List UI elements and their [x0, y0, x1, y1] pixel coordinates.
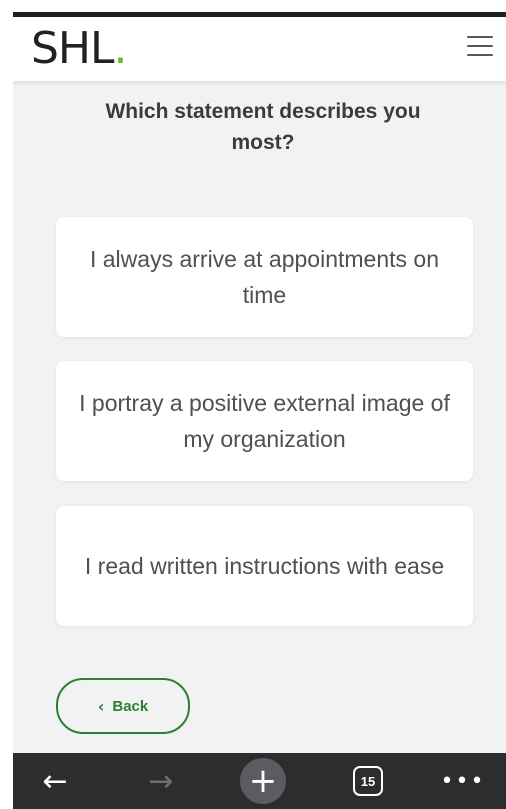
more-menu-button[interactable]: ••• [440, 753, 486, 809]
arrow-right-icon: → [148, 763, 174, 799]
browser-forward-button[interactable]: → [141, 753, 181, 809]
new-tab-button[interactable]: + [240, 753, 286, 809]
back-button-label: Back [112, 697, 149, 715]
back-button[interactable]: ‹ Back [56, 678, 190, 734]
top-strip [13, 0, 506, 12]
more-dots-icon: ••• [440, 768, 486, 794]
answer-option-3[interactable]: I read written instructions with ease [56, 506, 473, 626]
answer-option-label: I always arrive at appointments on time [89, 246, 439, 308]
answer-option-2[interactable]: I portray a positive external image of m… [56, 361, 473, 481]
arrow-left-icon: ← [42, 763, 68, 799]
app-viewport: SHL. Which statement describes you most?… [13, 0, 506, 809]
app-header: SHL. [13, 17, 506, 81]
tabs-button[interactable]: 15 [353, 753, 383, 809]
logo-text: SHL [31, 23, 115, 74]
browser-toolbar: ← → + 15 ••• [13, 753, 506, 809]
browser-back-button[interactable]: ← [35, 753, 75, 809]
plus-icon: + [240, 758, 286, 804]
logo-dot: . [113, 23, 128, 74]
tab-count-badge: 15 [353, 766, 383, 796]
shl-logo: SHL. [31, 21, 128, 77]
answer-option-1[interactable]: I always arrive at appointments on time [56, 217, 473, 337]
question-prompt: Which statement describes you most? [105, 100, 421, 154]
answer-option-label: I read written instructions with ease [84, 553, 445, 579]
hamburger-menu-icon[interactable] [467, 36, 493, 58]
answer-option-label: I portray a positive external image of m… [79, 390, 450, 452]
chevron-left-icon: ‹ [97, 696, 105, 716]
